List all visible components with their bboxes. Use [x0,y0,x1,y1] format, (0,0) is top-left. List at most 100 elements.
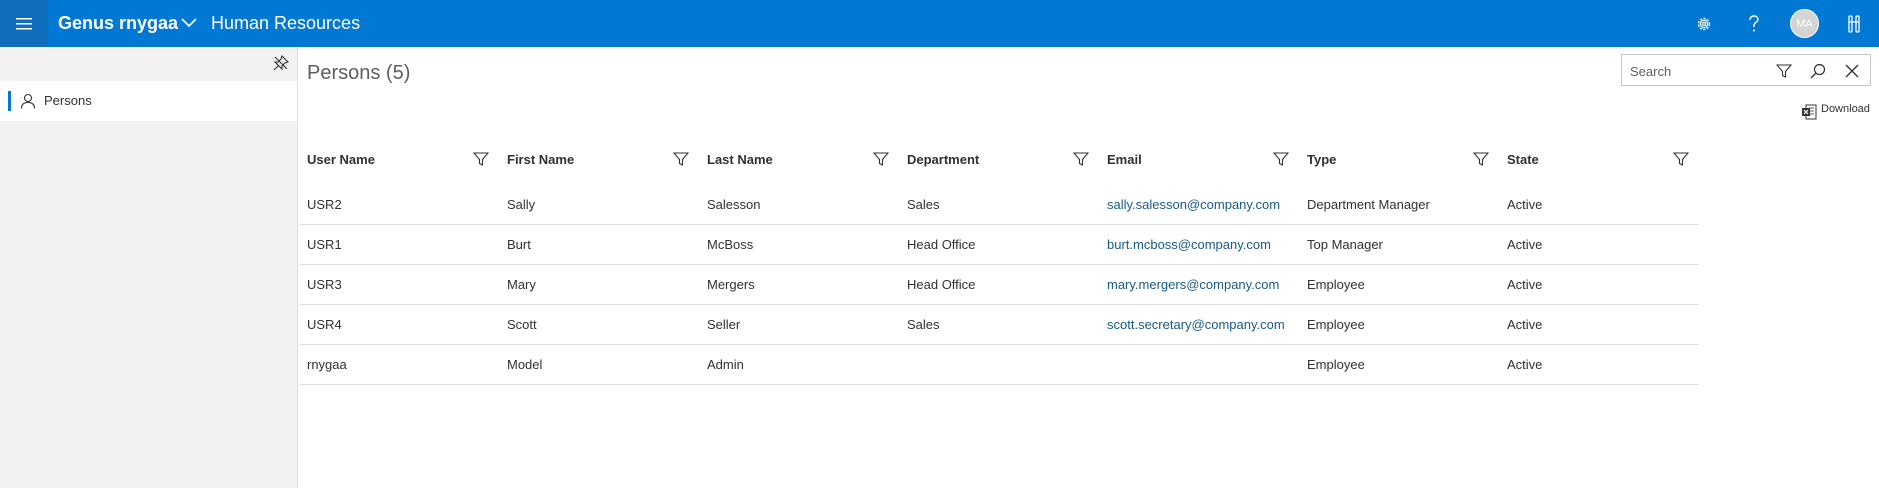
search-box [1621,54,1871,86]
table-cell: Admin [707,357,744,372]
table-cell: Active [1507,357,1543,372]
table-cell: Sales [907,197,940,212]
sidebar-item-persons[interactable]: Persons [0,81,297,121]
filter-icon [1273,152,1289,166]
email-link[interactable]: sally.salesson@company.com [1107,197,1280,212]
column-filter-button[interactable] [1071,149,1091,169]
main-content: Persons (5) Search Download User Name Fi… [299,47,1879,488]
table-cell: McBoss [707,237,754,252]
excel-icon [1802,104,1817,120]
app-switcher-button[interactable] [178,12,200,34]
search-input[interactable] [1630,61,1770,81]
selected-indicator [8,91,11,111]
column-header[interactable]: Last Name [699,137,899,185]
close-icon [1845,64,1859,78]
table-cell: Active [1507,197,1543,212]
top-bar: Genus rnygaa Human Resources MA [0,0,1879,47]
table-cell: Sally [507,197,536,212]
page-title: Persons (5) [307,62,411,84]
search-filter-button[interactable] [1774,61,1794,81]
email-link[interactable]: burt.mcboss@company.com [1107,237,1271,252]
filter-icon [1776,64,1792,78]
settings-button[interactable] [1690,10,1718,38]
column-header[interactable]: User Name [299,137,499,185]
table-cell: Active [1507,237,1543,252]
table-cell: USR3 [307,277,342,292]
filter-icon [673,152,689,166]
table-cell: Department Manager [1307,197,1430,212]
module-title: Human Resources [211,13,361,33]
column-filter-button[interactable] [871,149,891,169]
help-icon [1749,15,1759,32]
table-cell: Head Office [907,277,976,292]
column-header[interactable]: First Name [499,137,699,185]
table-cell: Employee [1307,277,1365,292]
chevron-down-icon [181,18,197,28]
column-header-label: User Name [307,152,375,167]
table-header: User Name First Name Last Name Department Em… [299,137,1699,185]
table-cell: Employee [1307,317,1365,332]
download-label: Download [1821,103,1870,115]
unpin-icon [273,55,289,71]
gear-icon [1697,17,1711,31]
column-header-label: State [1507,152,1539,167]
table-row[interactable]: USR2 Sally Salesson Sales sally.salesson@com… [299,185,1699,225]
column-header[interactable]: Department [899,137,1099,185]
user-avatar[interactable]: MA [1790,9,1819,38]
table-cell: Burt [507,237,531,252]
table-cell: USR2 [307,197,342,212]
table-cell: Model [507,357,543,372]
column-header-label: First Name [507,152,575,167]
email-link[interactable]: mary.mergers@company.com [1107,277,1279,292]
column-header-label: Type [1307,152,1337,167]
table-cell: Top Manager [1307,237,1383,252]
column-filter-button[interactable] [1671,149,1691,169]
sidebar: Persons [0,47,298,488]
hamburger-icon [16,17,32,29]
persons-table: User Name First Name Last Name Department Em… [299,137,1699,385]
column-header-label: Email [1107,152,1142,167]
filter-icon [1473,152,1489,166]
column-filter-button[interactable] [471,149,491,169]
column-header-label: Department [907,152,980,167]
column-filter-button[interactable] [1471,149,1491,169]
clear-search-button[interactable] [1842,61,1862,81]
unpin-sidebar-button[interactable] [271,53,291,73]
table-cell: Salesson [707,197,761,212]
download-button[interactable]: Download [1801,103,1870,121]
tools-icon [1848,15,1860,33]
table-body: USR2 Sally Salesson Sales sally.salesson@com… [299,185,1699,385]
table-cell: Seller [707,317,741,332]
table-row[interactable]: USR1 Burt McBoss Head Office burt.mcboss@com… [299,225,1699,265]
table-cell: Employee [1307,357,1365,372]
column-header-label: Last Name [707,152,773,167]
email-link[interactable]: scott.secretary@company.com [1107,317,1285,332]
filter-icon [1673,152,1689,166]
column-header[interactable]: Type [1299,137,1499,185]
app-title[interactable]: Genus rnygaa [58,13,178,34]
tools-button[interactable] [1840,10,1868,38]
table-cell: Head Office [907,237,976,252]
column-filter-button[interactable] [671,149,691,169]
help-button[interactable] [1740,10,1768,38]
column-header[interactable]: Email [1099,137,1299,185]
column-filter-button[interactable] [1271,149,1291,169]
table-cell: USR1 [307,237,342,252]
table-row[interactable]: USR4 Scott Seller Sales scott.secretary@comp… [299,305,1699,345]
hamburger-menu-button[interactable] [0,0,48,47]
person-icon [20,93,36,109]
search-icon [1810,63,1826,79]
table-row[interactable]: rnygaa Model Admin Employee Active [299,345,1699,385]
table-cell: rnygaa [307,357,347,372]
table-row[interactable]: USR3 Mary Mergers Head Office mary.mergers@c… [299,265,1699,305]
filter-icon [873,152,889,166]
sidebar-item-label: Persons [44,93,92,108]
search-button[interactable] [1808,61,1828,81]
table-cell: Mergers [707,277,755,292]
table-cell: Active [1507,277,1543,292]
filter-icon [473,152,489,166]
column-header[interactable]: State [1499,137,1699,185]
table-cell: Mary [507,277,536,292]
table-cell: Active [1507,317,1543,332]
table-cell: Scott [507,317,537,332]
